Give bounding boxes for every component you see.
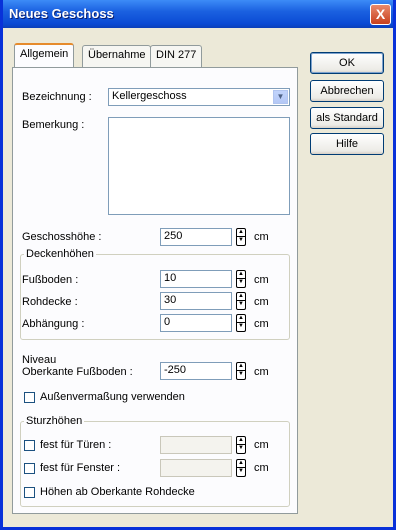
bemerkung-textarea[interactable]	[108, 117, 290, 215]
spin-up-icon[interactable]: ▲	[236, 459, 246, 468]
spin-down-icon[interactable]: ▼	[236, 468, 246, 477]
geschosshoehe-unit: cm	[254, 231, 269, 243]
fussboden-label: Fußboden :	[22, 274, 79, 286]
fussboden-input[interactable]: 10	[160, 270, 232, 288]
tueren-input[interactable]	[160, 436, 232, 454]
spin-up-icon[interactable]: ▲	[236, 436, 246, 445]
spin-down-icon[interactable]: ▼	[236, 237, 246, 246]
spin-down-icon[interactable]: ▼	[236, 279, 246, 288]
fenster-checkbox[interactable]	[24, 463, 35, 474]
bemerkung-label: Bemerkung :	[22, 119, 85, 131]
niveau-label-line2: Oberkante Fußboden :	[22, 366, 133, 378]
spin-down-icon[interactable]: ▼	[236, 371, 246, 380]
tab-allgemein[interactable]: Allgemein	[14, 43, 75, 68]
tueren-label: fest für Türen :	[40, 439, 112, 451]
fenster-input[interactable]	[160, 459, 232, 477]
window-title: Neues Geschoss	[9, 6, 114, 21]
abhaengung-spinner[interactable]: ▲ ▼	[236, 314, 246, 332]
deckenhoehen-caption: Deckenhöhen	[24, 248, 96, 260]
aussenvermassung-label: Außenvermaßung verwenden	[40, 391, 185, 403]
geschosshoehe-label: Geschosshöhe :	[22, 231, 102, 243]
spin-down-icon[interactable]: ▼	[236, 445, 246, 454]
spin-up-icon[interactable]: ▲	[236, 292, 246, 301]
spin-down-icon[interactable]: ▼	[236, 301, 246, 310]
bezeichnung-label: Bezeichnung :	[22, 91, 92, 103]
abhaengung-unit: cm	[254, 318, 269, 330]
tab-din-277[interactable]: DIN 277	[150, 45, 203, 67]
tab-uebernahme[interactable]: Übernahme	[82, 45, 152, 67]
tueren-checkbox[interactable]	[24, 440, 35, 451]
niveau-spinner[interactable]: ▲ ▼	[236, 362, 246, 380]
fenster-label: fest für Fenster :	[40, 462, 121, 474]
rohdecke-label: Rohdecke :	[22, 296, 78, 308]
fenster-unit: cm	[254, 462, 269, 474]
bezeichnung-select[interactable]: Kellergeschoss ▼	[108, 88, 290, 106]
geschosshoehe-spinner[interactable]: ▲ ▼	[236, 228, 246, 246]
ok-button[interactable]: OK	[310, 52, 384, 74]
geschosshoehe-input[interactable]: 250	[160, 228, 232, 246]
tueren-unit: cm	[254, 439, 269, 451]
rohdecke-input[interactable]: 30	[160, 292, 232, 310]
fenster-spinner[interactable]: ▲ ▼	[236, 459, 246, 477]
tueren-spinner[interactable]: ▲ ▼	[236, 436, 246, 454]
chevron-down-icon[interactable]: ▼	[273, 90, 288, 104]
spin-up-icon[interactable]: ▲	[236, 362, 246, 371]
set-default-button[interactable]: als Standard	[310, 107, 384, 129]
fussboden-spinner[interactable]: ▲ ▼	[236, 270, 246, 288]
niveau-input[interactable]: -250	[160, 362, 232, 380]
rohdecke-unit: cm	[254, 296, 269, 308]
rohdecke-hoehen-checkbox[interactable]	[24, 487, 35, 498]
help-button[interactable]: Hilfe	[310, 133, 384, 155]
abhaengung-label: Abhängung :	[22, 318, 85, 330]
spin-down-icon[interactable]: ▼	[236, 323, 246, 332]
aussenvermassung-checkbox[interactable]	[24, 392, 35, 403]
close-button[interactable]: X	[370, 4, 391, 25]
bezeichnung-value: Kellergeschoss	[112, 90, 187, 102]
spin-up-icon[interactable]: ▲	[236, 228, 246, 237]
sturzhoehen-caption: Sturzhöhen	[24, 415, 85, 427]
rohdecke-hoehen-label: Höhen ab Oberkante Rohdecke	[40, 486, 195, 498]
title-bar[interactable]: Neues Geschoss X	[3, 0, 393, 28]
spin-up-icon[interactable]: ▲	[236, 270, 246, 279]
niveau-unit: cm	[254, 366, 269, 378]
spin-up-icon[interactable]: ▲	[236, 314, 246, 323]
abhaengung-input[interactable]: 0	[160, 314, 232, 332]
niveau-label-line1: Niveau	[22, 354, 57, 366]
fussboden-unit: cm	[254, 274, 269, 286]
cancel-button[interactable]: Abbrechen	[310, 80, 384, 102]
rohdecke-spinner[interactable]: ▲ ▼	[236, 292, 246, 310]
